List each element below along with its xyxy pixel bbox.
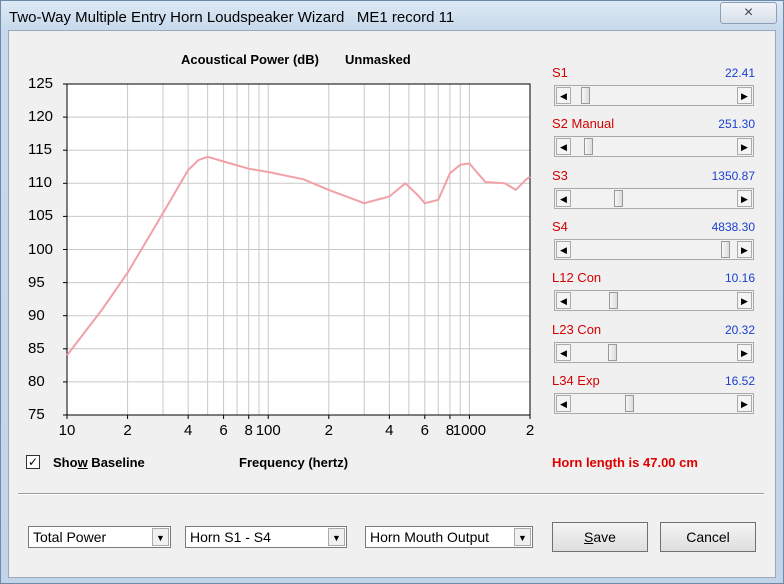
x-axis-title: Frequency (hertz): [239, 455, 349, 470]
right-arrow-icon[interactable]: ▶: [737, 292, 752, 310]
left-arrow-icon[interactable]: ◀: [556, 240, 571, 258]
slider-thumb[interactable]: [609, 292, 619, 310]
slider-value: 22.41: [724, 66, 755, 80]
slider-thumb[interactable]: [613, 189, 623, 207]
slider-thumb[interactable]: [607, 343, 617, 361]
left-arrow-icon[interactable]: ◀: [556, 189, 571, 207]
slider-value: 251.30: [718, 117, 755, 132]
right-arrow-icon[interactable]: ▶: [737, 394, 752, 412]
slider-label: S2 Manual: [552, 116, 615, 132]
slider-label: L23 Con: [552, 321, 602, 337]
slider-label: S3: [552, 167, 568, 183]
right-arrow-icon[interactable]: ▶: [737, 343, 752, 361]
horn-section-select[interactable]: Horn S1 - S4 ▼: [185, 526, 347, 548]
output-select[interactable]: Horn Mouth Output ▼: [365, 526, 533, 548]
left-arrow-icon[interactable]: ◀: [556, 343, 571, 361]
slider-value: 1350.87: [711, 168, 755, 183]
slider-scrollbar[interactable]: ◀ ▶: [554, 136, 754, 158]
slider-value: 20.32: [724, 322, 755, 337]
slider-thumb[interactable]: [720, 240, 730, 258]
slider-label: S1: [552, 65, 568, 80]
left-arrow-icon[interactable]: ◀: [556, 87, 571, 104]
left-arrow-icon[interactable]: ◀: [556, 292, 571, 310]
show-baseline-label[interactable]: Show Baseline: [53, 455, 145, 470]
slider-scrollbar[interactable]: ◀ ▶: [554, 341, 754, 363]
power-type-select[interactable]: Total Power ▼: [28, 526, 171, 548]
right-arrow-icon[interactable]: ▶: [737, 240, 752, 258]
horn-length-text: Horn length is 47.00 cm: [552, 455, 698, 470]
slider-label: L34 Exp: [552, 372, 600, 388]
right-arrow-icon[interactable]: ▶: [737, 87, 752, 104]
slider-label: S4: [552, 218, 568, 234]
chevron-down-icon[interactable]: ▼: [152, 528, 169, 546]
chevron-down-icon[interactable]: ▼: [514, 528, 531, 546]
slider-scrollbar[interactable]: ◀ ▶: [554, 290, 754, 312]
slider-scrollbar[interactable]: ◀ ▶: [554, 392, 754, 414]
slider-label: L12 Con: [552, 270, 602, 286]
slider-thumb[interactable]: [581, 87, 591, 104]
chevron-down-icon[interactable]: ▼: [328, 528, 345, 546]
horn-section-value: Horn S1 - S4: [190, 529, 271, 545]
cancel-button[interactable]: Cancel: [660, 522, 756, 552]
check-icon: ✓: [27, 455, 39, 469]
slider-thumb[interactable]: [584, 138, 594, 156]
output-value: Horn Mouth Output: [370, 529, 490, 545]
separator-line: [18, 493, 764, 495]
right-arrow-icon[interactable]: ▶: [737, 189, 752, 207]
right-arrow-icon[interactable]: ▶: [737, 138, 752, 156]
slider-value: 4838.30: [711, 219, 755, 234]
slider-value: 16.52: [724, 373, 755, 388]
slider-scrollbar[interactable]: ◀ ▶: [554, 187, 754, 209]
show-baseline-checkbox[interactable]: ✓: [26, 455, 40, 469]
slider-scrollbar[interactable]: ◀ ▶: [554, 238, 754, 260]
slider-thumb[interactable]: [624, 394, 634, 412]
save-button[interactable]: Save: [552, 522, 648, 552]
slider-scrollbar[interactable]: ◀ ▶: [554, 85, 754, 106]
left-arrow-icon[interactable]: ◀: [556, 138, 571, 156]
left-arrow-icon[interactable]: ◀: [556, 394, 571, 412]
power-type-value: Total Power: [33, 529, 107, 545]
slider-value: 10.16: [724, 271, 755, 286]
